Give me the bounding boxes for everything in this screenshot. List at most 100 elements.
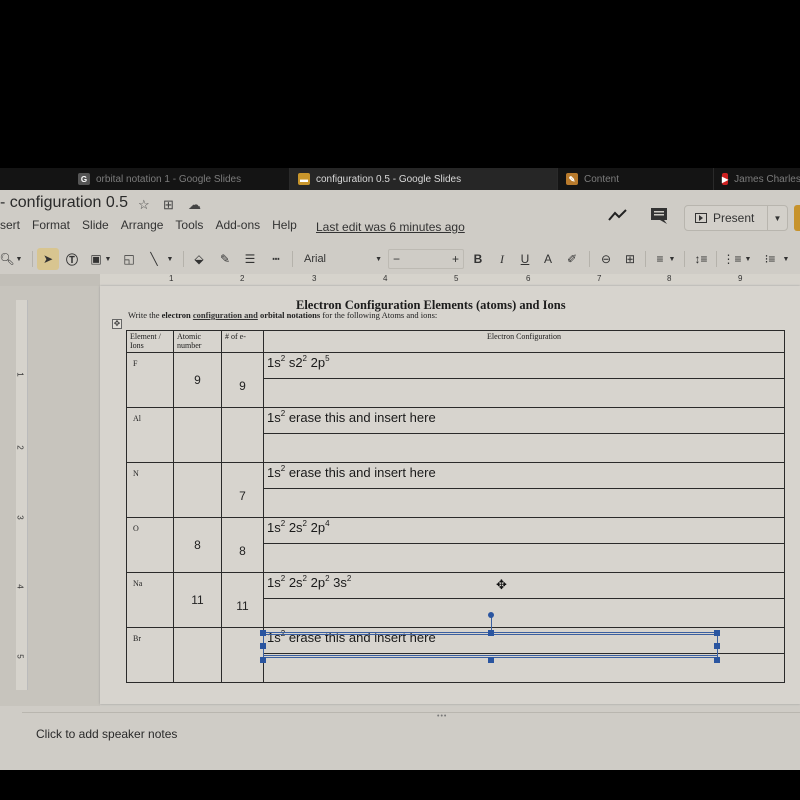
configuration-text-box[interactable]: 1s2 s22 2p5 bbox=[264, 353, 784, 379]
move-to-folder-icon[interactable]: ⊞ bbox=[163, 197, 174, 213]
element-cell[interactable]: Br bbox=[126, 627, 174, 683]
element-cell[interactable]: N bbox=[126, 462, 174, 518]
vertical-ruler[interactable]: 1 2 3 4 5 bbox=[16, 300, 28, 690]
align-icon[interactable]: ≡ bbox=[652, 246, 668, 272]
shape-icon[interactable]: ◱ bbox=[120, 246, 138, 272]
select-tool-icon[interactable]: ➤ bbox=[37, 248, 59, 270]
electron-count-cell[interactable]: 7 bbox=[221, 462, 264, 518]
decrease-font-size-button[interactable]: − bbox=[393, 252, 400, 266]
orbital-notation-area[interactable] bbox=[264, 654, 784, 682]
present-dropdown-chevron-icon[interactable]: ▼ bbox=[767, 206, 787, 230]
italic-button[interactable]: I bbox=[494, 246, 510, 272]
resize-handle[interactable] bbox=[488, 630, 494, 636]
element-cell[interactable]: Na bbox=[126, 572, 174, 628]
speaker-notes[interactable]: Click to add speaker notes bbox=[36, 727, 177, 741]
resize-handle[interactable] bbox=[714, 643, 720, 649]
configuration-text-box[interactable]: 1s2 erase this and insert here bbox=[264, 408, 784, 434]
orbital-notation-area[interactable] bbox=[264, 599, 784, 627]
electron-count-cell[interactable]: 8 bbox=[221, 517, 264, 573]
numbered-list-icon[interactable]: ⋮≡ bbox=[723, 246, 742, 272]
menu-arrange[interactable]: Arrange bbox=[121, 218, 164, 238]
atomic-number-cell[interactable]: 11 bbox=[173, 572, 222, 628]
numbered-list-dropdown-icon[interactable]: ▼ bbox=[744, 246, 752, 272]
slide-instructions[interactable]: Write the electron configuration and orb… bbox=[128, 310, 437, 320]
orbital-notation-area[interactable] bbox=[264, 544, 784, 572]
electron-count-cell[interactable]: 11 bbox=[221, 572, 264, 628]
atomic-number-cell[interactable] bbox=[173, 407, 222, 463]
font-select[interactable]: Arial ▼ bbox=[300, 246, 386, 272]
image-dropdown-icon[interactable]: ▼ bbox=[104, 246, 112, 272]
browser-tab-orbital-notation[interactable]: G orbital notation 1 - Google Slides bbox=[70, 168, 290, 190]
star-icon[interactable]: ☆ bbox=[138, 197, 150, 213]
menu-help[interactable]: Help bbox=[272, 218, 297, 238]
underline-button[interactable]: U bbox=[517, 246, 533, 272]
horizontal-ruler[interactable]: 1 2 3 4 5 6 7 8 9 bbox=[0, 274, 800, 286]
bold-button[interactable]: B bbox=[470, 246, 486, 272]
present-button[interactable]: Present ▼ bbox=[684, 205, 788, 231]
zoom-icon[interactable]: 🔍︎ bbox=[0, 246, 15, 272]
text-color-button[interactable]: A bbox=[540, 246, 556, 272]
configuration-text-box[interactable]: 1s2 erase this and insert here bbox=[264, 463, 784, 489]
image-icon[interactable]: ▣ bbox=[87, 246, 105, 272]
menu-format[interactable]: Format bbox=[32, 218, 70, 238]
add-comment-icon[interactable]: ⊞ bbox=[621, 246, 639, 272]
orbital-notation-area[interactable] bbox=[264, 434, 784, 462]
text-box-icon[interactable]: Ⓣ bbox=[63, 246, 81, 272]
header-electrons[interactable]: # of e- bbox=[221, 330, 264, 353]
share-button[interactable] bbox=[794, 205, 800, 231]
resize-handle[interactable] bbox=[488, 657, 494, 663]
line-dropdown-icon[interactable]: ▼ bbox=[166, 246, 174, 272]
activity-trend-icon[interactable] bbox=[608, 208, 628, 222]
align-dropdown-icon[interactable]: ▼ bbox=[668, 246, 676, 272]
browser-tab-content[interactable]: ✎ Content bbox=[558, 168, 714, 190]
electron-configuration-cell[interactable]: 1s2 erase this and insert here bbox=[263, 462, 785, 518]
configuration-text-box[interactable]: 1s2 2s2 2p4 bbox=[264, 518, 784, 544]
bulleted-list-dropdown-icon[interactable]: ▼ bbox=[782, 246, 790, 272]
orbital-notation-area[interactable] bbox=[264, 379, 784, 407]
notes-divider[interactable] bbox=[22, 712, 800, 713]
line-spacing-icon[interactable]: ↕≡ bbox=[692, 246, 710, 272]
border-color-icon[interactable]: ✎ bbox=[216, 246, 234, 272]
electron-count-cell[interactable] bbox=[221, 627, 264, 683]
menu-addons[interactable]: Add-ons bbox=[215, 218, 260, 238]
resize-handle[interactable] bbox=[714, 657, 720, 663]
atomic-number-cell[interactable] bbox=[173, 462, 222, 518]
line-icon[interactable]: ╲ bbox=[145, 246, 163, 272]
header-element[interactable]: Element / Ions bbox=[126, 330, 174, 353]
fill-color-icon[interactable]: ⬙ bbox=[190, 246, 208, 272]
notes-resize-grip-icon[interactable]: ••• bbox=[437, 713, 447, 720]
electron-count-cell[interactable]: 9 bbox=[221, 352, 264, 408]
configuration-text-box[interactable]: 1s2 2s2 2p2 3s2 bbox=[264, 573, 784, 599]
atomic-number-cell[interactable] bbox=[173, 627, 222, 683]
menu-tools[interactable]: Tools bbox=[175, 218, 203, 238]
header-electron-configuration[interactable]: Electron Configuration bbox=[263, 330, 785, 353]
insert-link-icon[interactable]: ⊖ bbox=[597, 246, 615, 272]
resize-handle[interactable] bbox=[714, 630, 720, 636]
electron-configuration-cell[interactable]: 1s2 2s2 2p4 bbox=[263, 517, 785, 573]
zoom-dropdown-icon[interactable]: ▼ bbox=[14, 246, 24, 272]
browser-tab-youtube[interactable]: ▶ James Charles bbox=[714, 168, 800, 190]
document-title[interactable]: - configuration 0.5 bbox=[0, 194, 128, 212]
electron-configuration-cell[interactable]: 1s2 2s2 2p2 3s2 bbox=[263, 572, 785, 628]
resize-handle[interactable] bbox=[260, 657, 266, 663]
resize-handle[interactable] bbox=[260, 630, 266, 636]
electron-count-cell[interactable] bbox=[221, 407, 264, 463]
increase-font-size-button[interactable]: + bbox=[452, 252, 459, 266]
element-cell[interactable]: F bbox=[126, 352, 174, 408]
electron-configuration-cell[interactable]: 1s2 s22 2p5 bbox=[263, 352, 785, 408]
menu-insert[interactable]: sert bbox=[0, 218, 20, 238]
cloud-saved-icon[interactable]: ☁ bbox=[188, 197, 201, 213]
atomic-number-cell[interactable]: 8 bbox=[173, 517, 222, 573]
element-cell[interactable]: Al bbox=[126, 407, 174, 463]
header-atomic-number[interactable]: Atomic number bbox=[173, 330, 222, 353]
table-move-handle-icon[interactable]: ✥ bbox=[112, 319, 122, 329]
last-edit-link[interactable]: Last edit was 6 minutes ago bbox=[316, 220, 465, 234]
font-size-control[interactable]: − + bbox=[388, 249, 464, 269]
rotate-handle[interactable] bbox=[488, 612, 494, 618]
resize-handle[interactable] bbox=[260, 643, 266, 649]
electron-configuration-cell[interactable]: 1s2 erase this and insert here bbox=[263, 407, 785, 463]
element-cell[interactable]: O bbox=[126, 517, 174, 573]
atomic-number-cell[interactable]: 9 bbox=[173, 352, 222, 408]
menu-slide[interactable]: Slide bbox=[82, 218, 109, 238]
highlight-color-icon[interactable]: ✐ bbox=[564, 246, 580, 272]
